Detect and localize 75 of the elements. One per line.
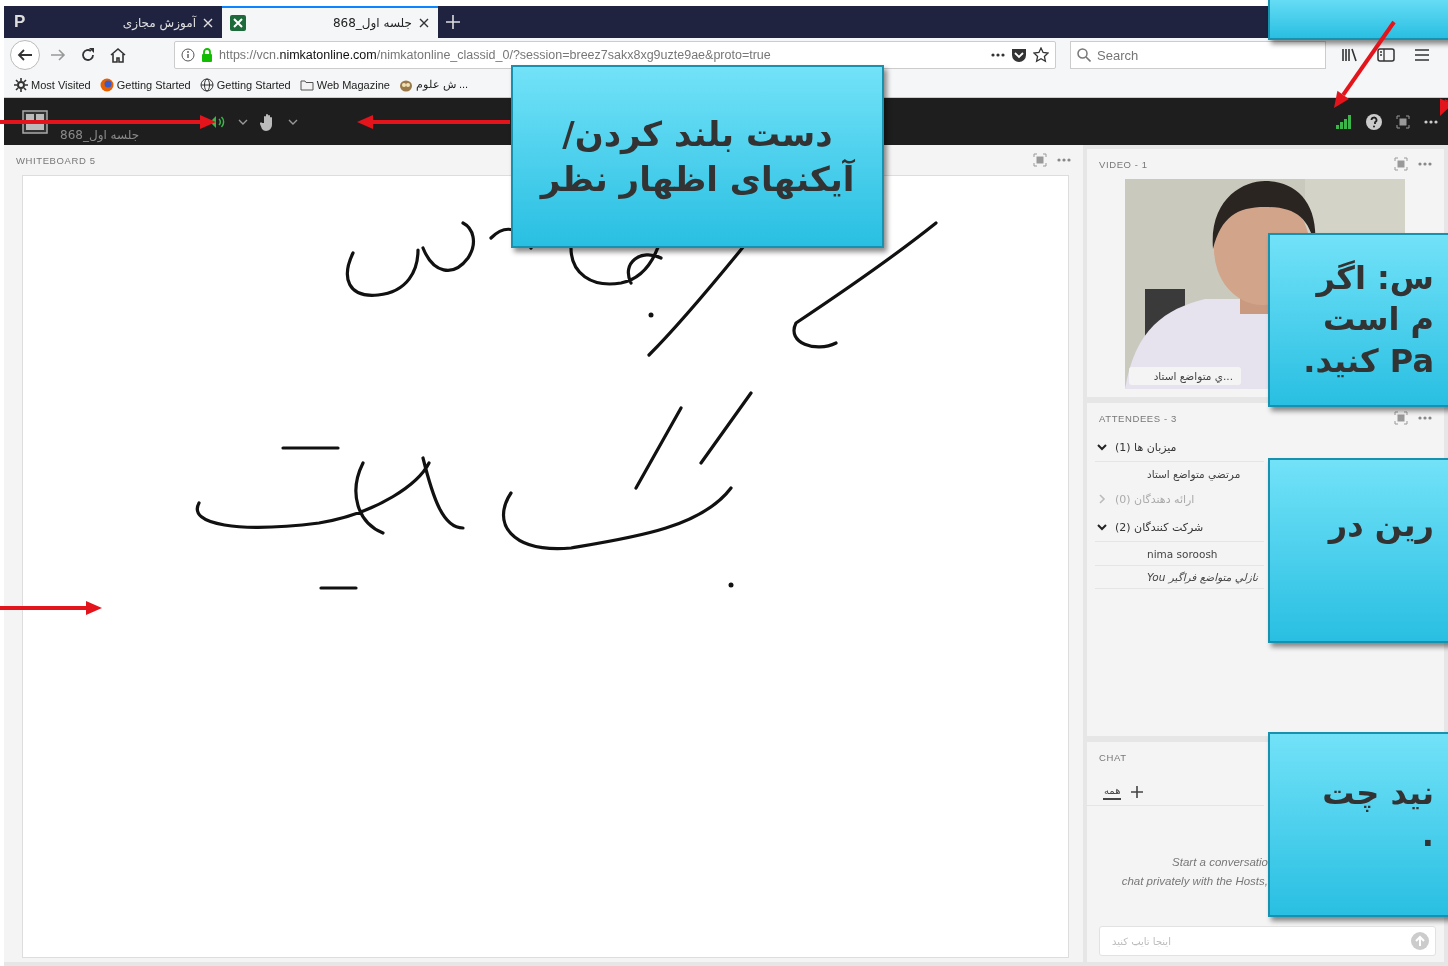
folder-icon	[299, 77, 314, 92]
info-icon[interactable]	[181, 48, 195, 62]
callout-text: رین در	[1326, 504, 1434, 546]
bookmark-link[interactable]: Web Magazine	[316, 78, 390, 91]
pod-title: CHAT	[1099, 751, 1127, 763]
chevron-down-icon	[1097, 442, 1107, 452]
chat-input[interactable]: اینجا تایپ کنید	[1112, 927, 1411, 955]
browser-tab[interactable]: جلسه اول_868	[222, 6, 438, 38]
search-icon	[1077, 48, 1091, 62]
browser-icon	[99, 77, 114, 92]
fullscreen-icon[interactable]	[1394, 411, 1408, 425]
callout-text: دست بلند کردن/	[562, 113, 833, 157]
home-icon[interactable]	[110, 47, 126, 63]
url-text: https://vcn.nimkatonline.com/nimkatonline_classid_0/?session=breez7sakx8xg9uzte9ae&proto=true	[219, 48, 772, 62]
chat-hint: chat privately with the Hosts,	[1121, 874, 1268, 889]
close-icon[interactable]	[418, 17, 430, 29]
tab-title: جلسه اول_868	[332, 16, 412, 30]
sidebar-icon[interactable]	[1377, 47, 1395, 63]
group-label: ارائه دهندگان (0)	[1115, 492, 1195, 506]
fullscreen-icon[interactable]	[1394, 157, 1408, 171]
search-field[interactable]: Search	[1097, 42, 1319, 68]
pocket-icon[interactable]	[1011, 48, 1027, 62]
forward-icon[interactable]	[50, 47, 66, 63]
attendee-name[interactable]: مرتضي متواضع استاد	[1095, 461, 1264, 485]
pod-title: ATTENDEES - 3	[1099, 412, 1177, 424]
bookmark-link[interactable]: ش علوم ...	[415, 78, 469, 91]
tab-title: آموزش مجازی	[122, 16, 196, 30]
attendee-group[interactable]: میزبان ها (1)	[1087, 433, 1177, 461]
spreadsheet-icon	[230, 15, 246, 31]
search-box[interactable]: Search	[1070, 41, 1326, 69]
library-icon[interactable]	[1341, 47, 1359, 63]
pointer-arrow	[1440, 98, 1448, 116]
new-tab-icon[interactable]	[446, 15, 460, 29]
attendee-name[interactable]: nima soroosh	[1095, 541, 1264, 565]
chat-input-box[interactable]: اینجا تایپ کنید	[1099, 926, 1436, 956]
attendee-group[interactable]: شرکت کنندگان (2)	[1087, 513, 1204, 541]
add-icon[interactable]	[1131, 785, 1144, 798]
help-icon[interactable]	[1366, 113, 1382, 130]
meeting-title: جلسه اول_868	[60, 128, 141, 142]
pod-title: VIDEO - 1	[1099, 158, 1148, 170]
callout-text: م است	[1322, 299, 1434, 341]
address-bar[interactable]: https://vcn.nimkatonline.com/nimkatonline_classid_0/?session=breez7sakx8xg9uzte9ae&proto=true	[174, 41, 1056, 69]
callout-text: آیکنهای اظهار نظر	[540, 157, 855, 201]
group-label: میزبان ها (1)	[1115, 440, 1177, 454]
fullscreen-icon[interactable]	[1033, 153, 1047, 167]
more-icon[interactable]	[1424, 118, 1438, 125]
bookmark-link[interactable]: Most Visited	[31, 78, 91, 91]
browser-logo: P	[13, 12, 27, 32]
group-label: شرکت کنندگان (2)	[1115, 520, 1204, 534]
pod-title: WHITEBOARD 5	[16, 154, 96, 166]
gear-icon	[14, 77, 28, 92]
lock-icon	[201, 48, 213, 62]
globe-icon	[199, 77, 214, 92]
star-icon[interactable]	[1033, 47, 1049, 63]
browser-tab[interactable]: آموزش مجازی	[114, 6, 222, 38]
fullscreen-icon[interactable]	[1396, 114, 1410, 129]
chevron-right-icon	[1097, 494, 1107, 504]
bookmark-link[interactable]: Getting Started	[116, 78, 191, 91]
menu-icon[interactable]	[1414, 48, 1430, 62]
chat-hint: Start a conversatio	[1172, 855, 1268, 870]
callout-text: نید چت	[1321, 772, 1434, 814]
reload-icon[interactable]	[80, 47, 96, 63]
attendee-name[interactable]: You نازلي متواضع فراگير	[1095, 565, 1264, 589]
callout-text: Pa كنید.	[1302, 340, 1434, 382]
callout-text: .	[1420, 814, 1434, 856]
video-caption: ...ي متواضع استاد	[1129, 367, 1241, 385]
chevron-down-icon	[1097, 522, 1107, 532]
callout-text: س: اگر	[1314, 257, 1434, 299]
caret-icon[interactable]	[238, 118, 248, 125]
more-icon[interactable]	[991, 52, 1005, 58]
caret-icon[interactable]	[288, 118, 298, 125]
back-icon[interactable]	[17, 47, 33, 63]
signal-icon	[1336, 114, 1352, 129]
bookmark-link[interactable]: Getting Started	[216, 78, 291, 91]
chat-tab[interactable]: همه	[1103, 783, 1122, 800]
